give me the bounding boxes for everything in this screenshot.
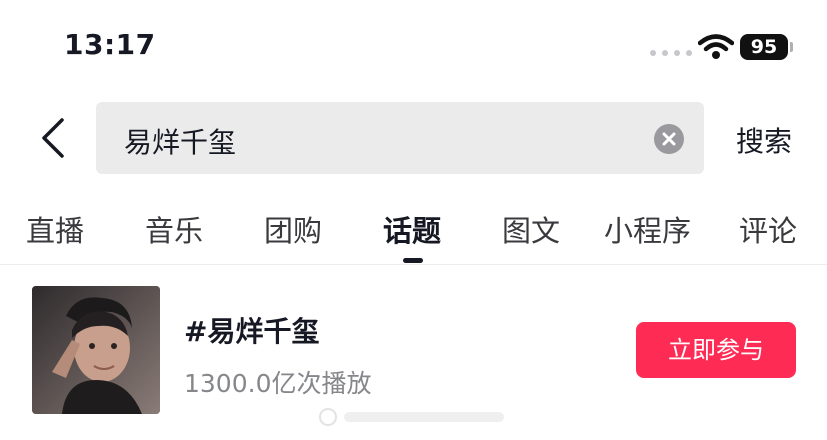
tab-comments[interactable]: 评论 xyxy=(739,208,797,250)
status-time: 13:17 xyxy=(64,28,156,61)
wifi-icon xyxy=(698,34,734,59)
clear-icon[interactable] xyxy=(654,124,684,154)
topic-title[interactable]: #易烊千玺 xyxy=(184,310,319,350)
status-bar: 13:17 95 xyxy=(0,0,827,90)
active-tab-indicator xyxy=(403,258,423,263)
topic-thumbnail[interactable] xyxy=(32,286,160,414)
category-tabs: 直播 音乐 团购 话题 图文 小程序 评论 xyxy=(0,196,827,264)
search-query: 易烊千玺 xyxy=(124,126,237,159)
tab-group-buy[interactable]: 团购 xyxy=(264,208,322,250)
search-input[interactable]: 易烊千玺 xyxy=(96,102,704,174)
back-arrow-icon[interactable] xyxy=(30,114,78,162)
join-topic-button[interactable]: 立即参与 xyxy=(636,322,796,378)
tab-mini-programs[interactable]: 小程序 xyxy=(604,208,691,250)
tab-topics[interactable]: 话题 xyxy=(383,208,441,250)
search-row: 易烊千玺 搜索 xyxy=(0,100,827,174)
signal-dots-icon xyxy=(650,50,692,56)
battery-tip xyxy=(790,42,793,52)
search-button[interactable]: 搜索 xyxy=(736,120,792,160)
tab-live[interactable]: 直播 xyxy=(26,208,84,250)
topic-result[interactable]: #易烊千玺 1300.0亿次播放 立即参与 xyxy=(0,284,827,416)
tabs-divider xyxy=(0,264,827,265)
topic-play-count: 1300.0亿次播放 xyxy=(184,369,372,398)
watermark xyxy=(319,408,504,426)
tab-image-text[interactable]: 图文 xyxy=(502,208,560,250)
battery-icon: 95 xyxy=(740,34,788,60)
tab-music[interactable]: 音乐 xyxy=(145,208,203,250)
